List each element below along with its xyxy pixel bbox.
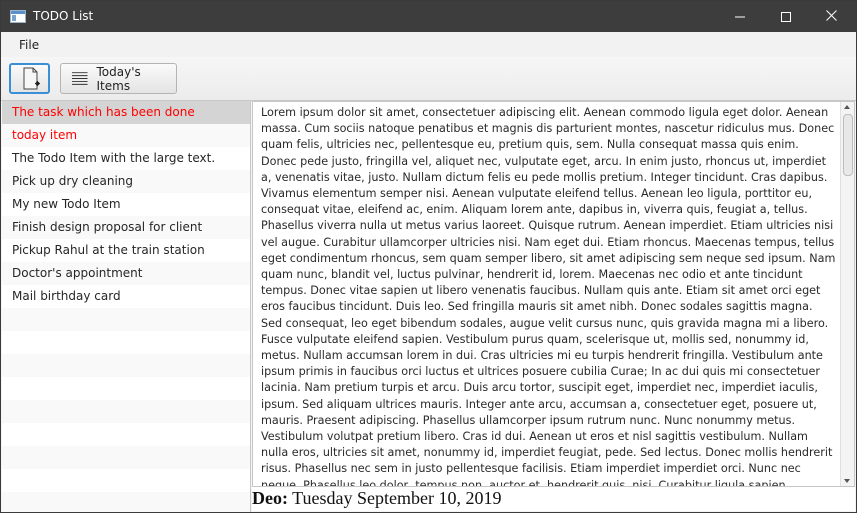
empty-list-row bbox=[2, 423, 250, 446]
list-item[interactable]: Mail birthday card bbox=[2, 285, 250, 308]
menu-bar: File bbox=[1, 32, 856, 58]
empty-list-row bbox=[2, 331, 250, 354]
empty-list-row bbox=[2, 308, 250, 331]
close-icon bbox=[825, 10, 837, 21]
list-item[interactable]: Finish design proposal for client bbox=[2, 216, 250, 239]
empty-list-row bbox=[2, 446, 250, 469]
details-scrollbar[interactable] bbox=[840, 102, 854, 486]
list-item[interactable]: today item bbox=[2, 124, 250, 147]
new-item-button[interactable] bbox=[9, 63, 50, 94]
todays-items-label: Today's Items bbox=[96, 64, 141, 93]
deadline-field: Deo: Tuesday September 10, 2019 bbox=[252, 487, 855, 511]
close-button[interactable] bbox=[808, 0, 854, 31]
app-window: TODO List File Today's Items The task wh… bbox=[0, 0, 857, 513]
toolbar: Today's Items bbox=[1, 57, 856, 101]
menu-file[interactable]: File bbox=[19, 38, 39, 52]
empty-list-row bbox=[2, 400, 250, 423]
details-text: Lorem ipsum dolor sit amet, consectetuer… bbox=[261, 106, 836, 487]
empty-list-row bbox=[2, 354, 250, 377]
title-bar[interactable]: TODO List bbox=[1, 1, 856, 32]
list-lines-icon bbox=[71, 71, 88, 85]
scroll-thumb[interactable] bbox=[843, 114, 853, 176]
window-title: TODO List bbox=[33, 9, 94, 23]
scroll-up-icon[interactable] bbox=[844, 105, 850, 109]
todo-list[interactable]: The task which has been done today item … bbox=[2, 101, 251, 512]
list-item[interactable]: The Todo Item with the large text. bbox=[2, 147, 250, 170]
todays-items-button[interactable]: Today's Items bbox=[60, 63, 177, 94]
list-item[interactable]: Doctor's appointment bbox=[2, 262, 250, 285]
deadline-value: Tuesday September 10, 2019 bbox=[292, 488, 502, 508]
empty-list-row bbox=[2, 469, 250, 492]
maximize-button[interactable] bbox=[763, 1, 809, 32]
deadline-label: Deo: bbox=[252, 488, 288, 508]
empty-list-row bbox=[2, 492, 250, 512]
minimize-button[interactable] bbox=[717, 1, 763, 32]
list-item[interactable]: The task which has been done bbox=[2, 101, 250, 124]
app-icon bbox=[10, 10, 26, 23]
empty-list-row bbox=[2, 377, 250, 400]
maximize-icon bbox=[781, 11, 791, 22]
list-item[interactable]: My new Todo Item bbox=[2, 193, 250, 216]
list-item[interactable]: Pickup Rahul at the train station bbox=[2, 239, 250, 262]
new-document-icon bbox=[23, 67, 40, 90]
minimize-icon bbox=[735, 16, 745, 17]
list-item[interactable]: Pick up dry cleaning bbox=[2, 170, 250, 193]
scroll-down-icon[interactable] bbox=[844, 479, 850, 483]
details-textarea[interactable]: Lorem ipsum dolor sit amet, consectetuer… bbox=[252, 101, 855, 487]
